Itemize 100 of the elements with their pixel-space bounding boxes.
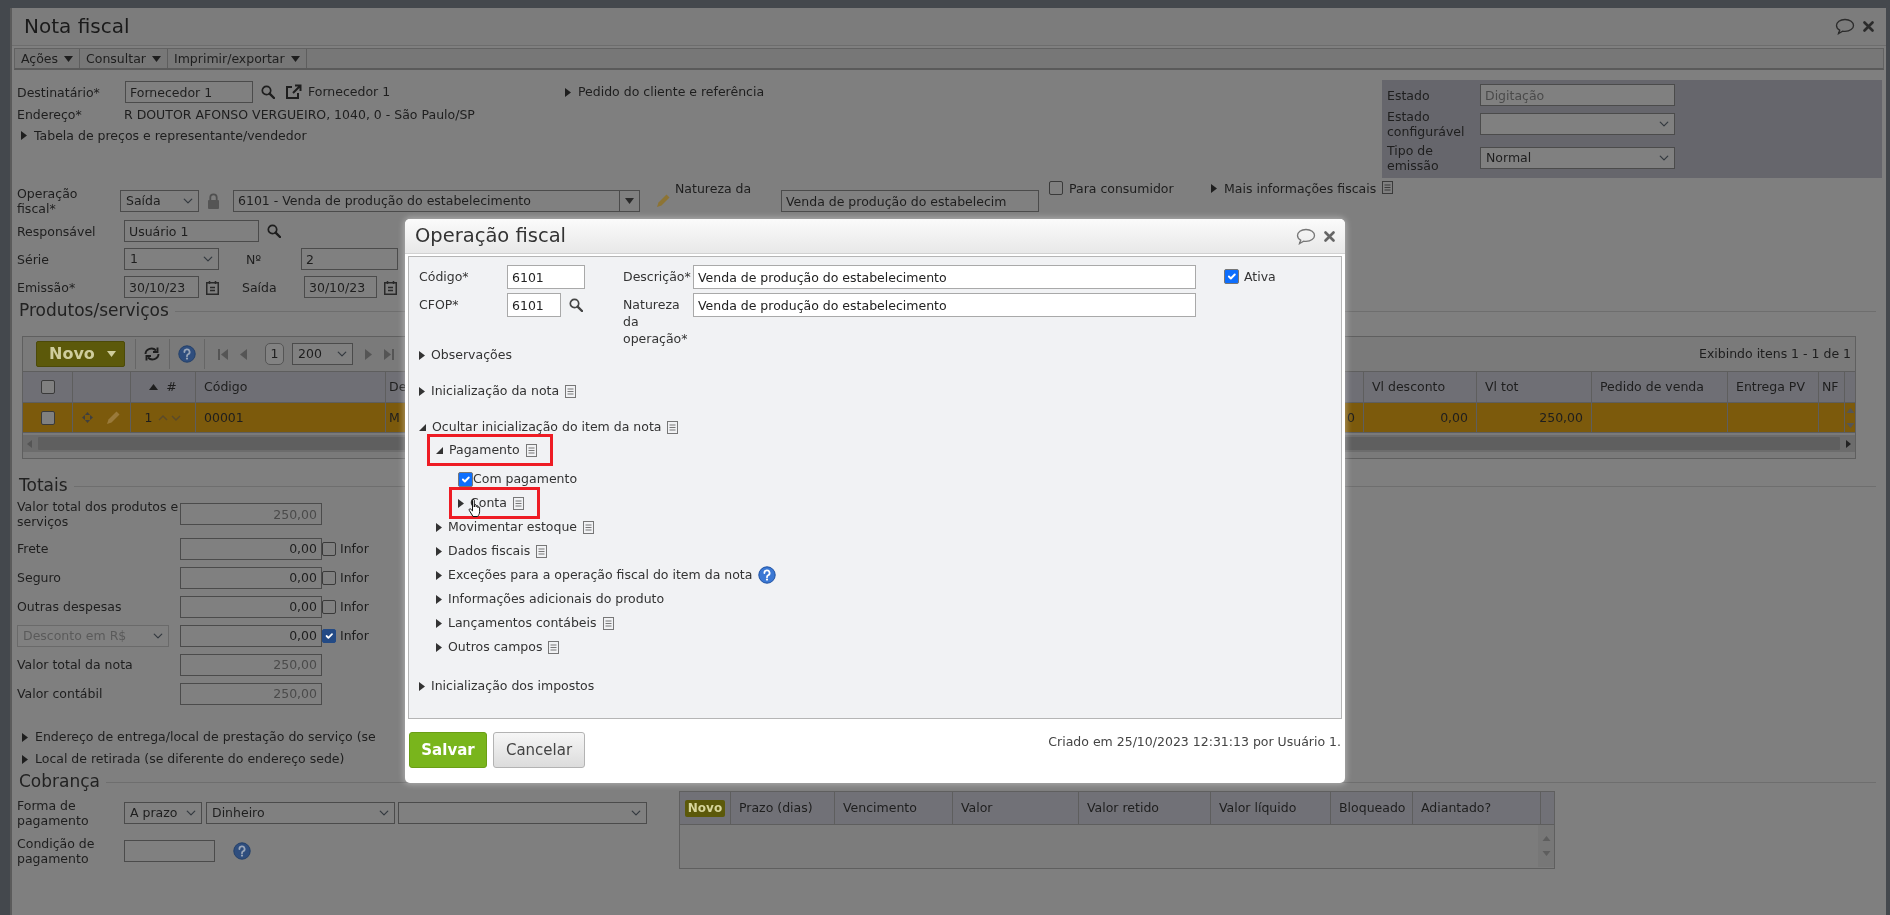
scroll-right-icon[interactable] (1846, 439, 1851, 448)
caret-right-icon (419, 681, 425, 691)
expand-link[interactable]: Mais informações fiscais (1211, 181, 1377, 197)
column-header[interactable]: Vl desconto (1372, 379, 1446, 395)
checkbox[interactable] (322, 541, 336, 556)
tree-item[interactable]: Inicialização dos impostos (419, 675, 595, 697)
column-header[interactable]: Valor líquido (1219, 800, 1297, 816)
search-icon[interactable] (569, 298, 583, 312)
next-page-icon[interactable] (365, 348, 372, 360)
column-header[interactable]: Valor retido (1087, 800, 1159, 816)
help-icon[interactable] (178, 345, 196, 363)
field-label: Frete (17, 541, 50, 556)
combo-field[interactable]: 6101 - Venda de produção do estabelecimento (233, 190, 640, 212)
caret-down-icon (419, 423, 426, 431)
chat-icon[interactable] (1296, 227, 1316, 245)
field-label: Estado (1387, 87, 1431, 103)
column-header[interactable]: # (166, 379, 177, 395)
text-field[interactable]: Venda de produção do estabelecim (781, 190, 1039, 212)
text-field[interactable]: Fornecedor 1 (125, 81, 253, 103)
checkbox[interactable] (40, 410, 55, 425)
save-button[interactable]: Salvar (409, 732, 487, 768)
column-header[interactable]: Prazo (dias) (739, 800, 813, 816)
select-field[interactable]: 200 (292, 343, 353, 365)
expand-link[interactable]: Local de retirada (se diferente do endereço sede) (22, 751, 345, 767)
chat-icon[interactable] (1835, 18, 1855, 35)
help-icon[interactable] (233, 841, 251, 860)
number-field[interactable]: 0,00 (180, 537, 322, 560)
text-field[interactable]: 2 (301, 248, 398, 270)
checkbox[interactable] (1049, 181, 1063, 195)
previous-page-icon[interactable] (240, 348, 247, 360)
column-header[interactable]: Adiantado? (1421, 800, 1492, 816)
menu-button[interactable]: Consultar (80, 49, 168, 68)
select-field[interactable] (398, 801, 647, 824)
search-icon[interactable] (267, 224, 281, 238)
select-field[interactable]: 1 (124, 248, 219, 270)
external-link-icon[interactable] (285, 84, 302, 100)
tree-item[interactable]: Inicialização da nota (419, 380, 577, 402)
tree-item[interactable]: Lançamentos contábeis (436, 611, 614, 635)
field-label: Destinatário* (17, 84, 101, 100)
text-field[interactable] (124, 839, 215, 862)
column-header[interactable]: De (389, 379, 407, 395)
text-field[interactable]: 30/10/23 (304, 276, 377, 298)
expand-link[interactable]: Tabela de preços e representante/vendedor (21, 127, 307, 144)
select-field[interactable]: A prazo (124, 801, 202, 824)
recipient-link[interactable]: Fornecedor 1 (308, 84, 391, 100)
page-number-field[interactable]: 1 (265, 343, 284, 365)
tree-item[interactable]: Ocultar inicialização do item da nota (419, 416, 679, 438)
new-button[interactable]: Novo (36, 341, 125, 367)
select-field[interactable]: Saída (120, 190, 199, 212)
checkbox[interactable] (40, 380, 55, 394)
column-header[interactable]: Código (204, 379, 248, 395)
column-header[interactable]: NF (1822, 379, 1839, 395)
checkbox[interactable] (322, 599, 336, 614)
checkbox[interactable] (458, 471, 473, 487)
tree-item[interactable]: Outros campos (436, 635, 560, 659)
expand-link[interactable]: Endereço de entrega/local de prestação do serviço (se (22, 729, 376, 745)
text-field[interactable]: 30/10/23 (124, 276, 199, 298)
tree-item[interactable]: Exceções para a operação fiscal do item da nota (436, 563, 777, 587)
number-field[interactable]: 0,00 (180, 566, 322, 589)
calendar-icon[interactable] (206, 279, 219, 295)
column-header[interactable]: Valor (961, 800, 993, 816)
column-header[interactable]: Vl tot (1485, 379, 1519, 395)
last-page-icon[interactable] (384, 348, 394, 360)
tree-item[interactable]: Informações adicionais do produto (436, 587, 665, 611)
select-field[interactable] (1480, 113, 1675, 135)
close-icon[interactable] (1324, 230, 1335, 242)
address-text: R DOUTOR AFONSO VERGUEIRO, 1040, 0 - São Paulo/SP (124, 107, 475, 122)
checkbox[interactable] (1224, 269, 1239, 285)
expand-link[interactable]: Pedido do cliente e referência (565, 84, 765, 100)
checkbox[interactable] (322, 570, 336, 585)
refresh-icon[interactable] (143, 346, 161, 362)
text-field[interactable]: 6101 (507, 293, 561, 317)
cancel-button[interactable]: Cancelar (493, 732, 585, 768)
number-field[interactable]: 0,00 (180, 595, 322, 618)
text-field[interactable]: 6101 (507, 265, 585, 289)
sort-ascending-icon[interactable] (149, 384, 159, 390)
search-icon[interactable] (261, 85, 275, 99)
column-header[interactable]: Pedido de venda (1600, 379, 1704, 395)
note-icon (548, 640, 560, 654)
column-header[interactable]: Vencimento (843, 800, 917, 816)
close-icon[interactable] (1863, 21, 1874, 32)
text-field[interactable]: Usuário 1 (124, 220, 259, 242)
tree-item[interactable]: Pagamento (436, 438, 537, 462)
note-icon (536, 544, 548, 558)
column-header[interactable]: Entrega PV (1736, 379, 1805, 395)
menu-button[interactable]: Ações (15, 49, 81, 68)
help-icon[interactable] (758, 566, 777, 584)
tree-item[interactable]: Dados fiscais (436, 539, 548, 563)
first-page-icon[interactable] (218, 348, 228, 360)
text-field[interactable]: Venda de produção do estabelecimento (693, 293, 1196, 317)
calendar-icon[interactable] (384, 279, 397, 295)
select-field[interactable]: Normal (1480, 147, 1675, 169)
column-header[interactable]: Bloqueado (1339, 800, 1406, 816)
menu-button[interactable]: Imprimir/exportar (167, 49, 307, 68)
select-field[interactable]: Dinheiro (206, 801, 395, 824)
text-field[interactable]: Venda de produção do estabelecimento (693, 265, 1196, 289)
tree-item[interactable]: Movimentar estoque (436, 515, 595, 539)
new-button[interactable]: Novo (684, 799, 726, 817)
move-icon[interactable] (82, 412, 93, 423)
tree-item[interactable]: Observações (419, 344, 512, 366)
